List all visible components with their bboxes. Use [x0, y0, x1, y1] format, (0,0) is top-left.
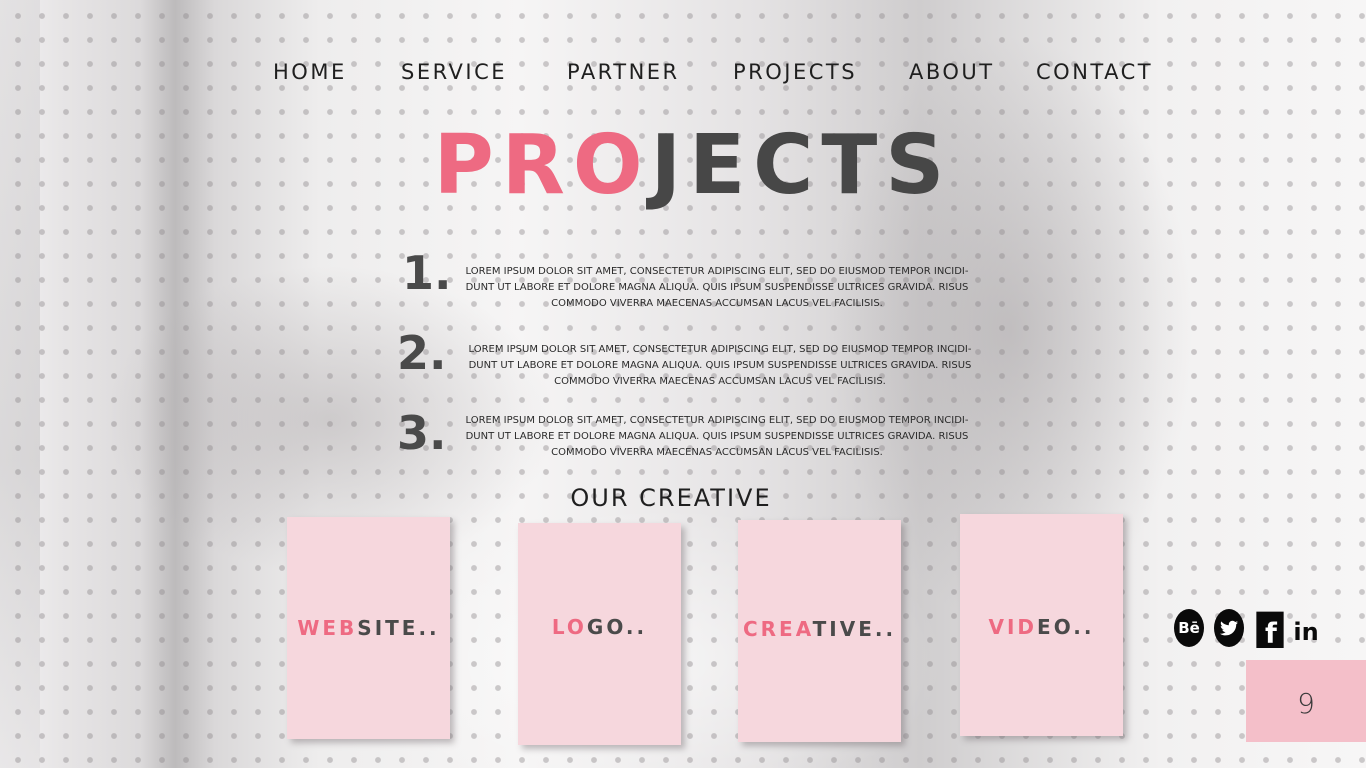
card-website[interactable]: WEBSITE.. [287, 517, 450, 739]
behance-icon-text: Bē [1178, 619, 1200, 637]
card-label-rest: GO.. [586, 615, 648, 640]
card-label: WEBSITE.. [287, 616, 450, 640]
nav-about[interactable]: ABOUT [909, 60, 995, 84]
section-title: OUR CREATIVE [570, 484, 772, 512]
facebook-icon-text: f [1265, 619, 1278, 648]
main-nav: HOME SERVICE PARTNER PROJECTS ABOUT CONT… [0, 60, 1366, 92]
facebook-icon[interactable]: f [1254, 608, 1286, 648]
linkedin-icon-text: in [1293, 618, 1318, 646]
page-title-accent: PRO [433, 118, 651, 213]
card-video[interactable]: VIDEO.. [960, 514, 1123, 736]
card-label: LOGO.. [518, 615, 681, 639]
card-label-accent: CREA [742, 616, 813, 641]
card-label-rest: SITE.. [357, 616, 440, 640]
nav-projects[interactable]: PROJECTS [733, 60, 857, 84]
card-label-accent: LO [551, 615, 587, 640]
nav-service[interactable]: SERVICE [401, 60, 507, 84]
project-description: LOREM IPSUM DOLOR SIT AMET, CONSECTETUR … [468, 344, 972, 387]
card-label-accent: VID [988, 615, 1038, 640]
nav-partner[interactable]: PARTNER [567, 60, 680, 84]
page-title: PROJECTS [10, 118, 1366, 214]
card-label-accent: WEB [297, 616, 358, 640]
twitter-icon[interactable] [1213, 608, 1245, 648]
card-label-rest: TIVE.. [812, 616, 897, 641]
project-description: LOREM IPSUM DOLOR SIT AMET, CONSECTETUR … [465, 266, 969, 309]
card-label: CREATIVE.. [738, 617, 901, 641]
page-number: 9 [1246, 660, 1366, 742]
card-logo[interactable]: LOGO.. [518, 523, 681, 745]
nav-contact[interactable]: CONTACT [1036, 60, 1153, 84]
nav-home[interactable]: HOME [273, 60, 347, 84]
project-number: 2. [397, 326, 447, 380]
linkedin-icon[interactable]: in [1292, 608, 1322, 648]
page-title-rest: JECTS [650, 118, 953, 213]
project-description: LOREM IPSUM DOLOR SIT AMET, CONSECTETUR … [465, 415, 969, 458]
card-creative[interactable]: CREATIVE.. [738, 520, 901, 742]
project-number: 1. [402, 246, 452, 300]
card-label-rest: EO.. [1037, 615, 1095, 640]
project-number: 3. [397, 406, 447, 460]
behance-icon[interactable]: Bē [1173, 608, 1205, 648]
card-label: VIDEO.. [960, 615, 1123, 639]
